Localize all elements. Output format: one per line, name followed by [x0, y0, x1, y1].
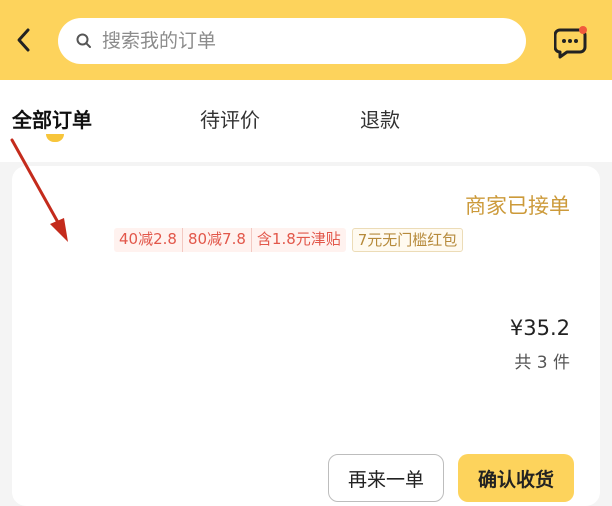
tab-all-orders[interactable]: 全部订单 [12, 104, 92, 133]
chat-bubble-icon [553, 26, 587, 59]
order-tabs: 全部订单 待评价 退款 [0, 80, 612, 162]
confirm-receipt-button[interactable]: 确认收货 [458, 454, 574, 502]
discount-tag: 80减7.8 [183, 228, 252, 252]
top-bar [0, 0, 612, 80]
tab-refund[interactable]: 退款 [360, 104, 400, 133]
search-box[interactable] [58, 18, 526, 64]
discount-tag: 40减2.8 [114, 228, 183, 252]
order-total-price: ¥35.2 [509, 316, 570, 340]
search-icon [76, 33, 91, 48]
promo-tags: 40减2.8 80减7.8 含1.8元津贴 7元无门槛红包 [114, 228, 464, 252]
tab-to-review[interactable]: 待评价 [200, 104, 260, 133]
chevron-left-icon [17, 28, 30, 52]
message-button[interactable] [553, 26, 588, 60]
red-packet-tag: 7元无门槛红包 [351, 228, 464, 252]
reorder-button[interactable]: 再来一单 [328, 454, 444, 502]
order-card[interactable]: 商家已接单 40减2.8 80减7.8 含1.8元津贴 7元无门槛红包 ¥35.… [12, 166, 600, 506]
search-input[interactable] [100, 29, 504, 53]
item-count: 共 3 件 [514, 353, 570, 373]
order-status: 商家已接单 [465, 194, 570, 218]
discount-tag-group: 40减2.8 80减7.8 含1.8元津贴 [114, 228, 346, 252]
subsidy-tag: 含1.8元津贴 [256, 230, 341, 248]
back-button[interactable] [6, 22, 42, 58]
